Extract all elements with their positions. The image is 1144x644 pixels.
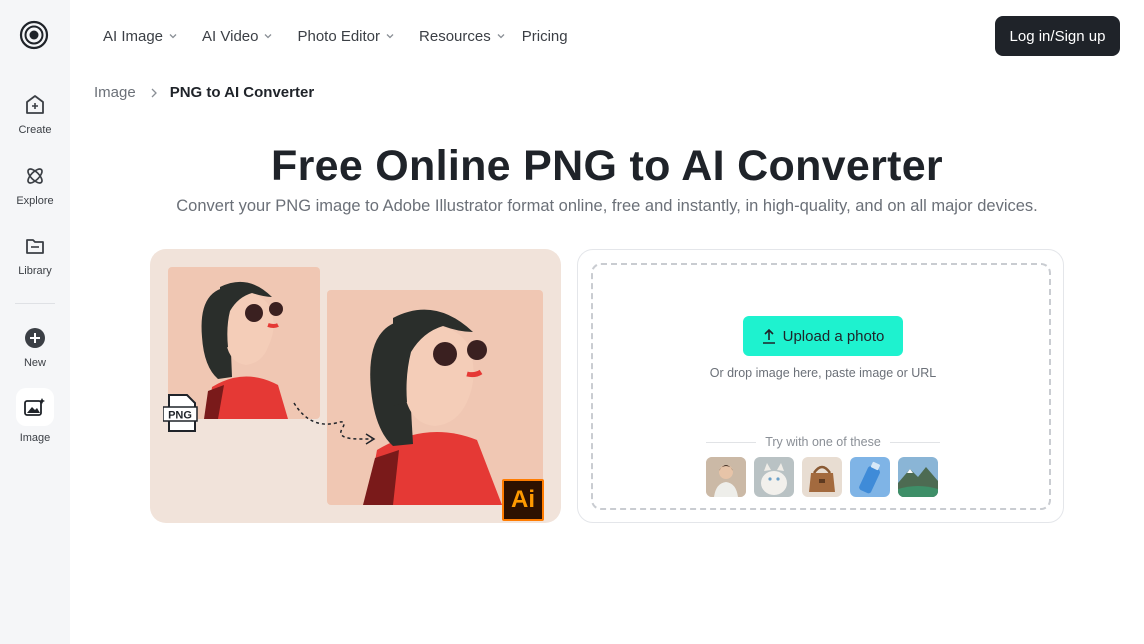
nav-resources[interactable]: Resources: [419, 28, 506, 45]
nav-label: AI Video: [202, 27, 259, 45]
drop-hint: Or drop image here, paste image or URL: [709, 366, 937, 380]
upload-icon: [762, 328, 775, 344]
sidebar-item-new[interactable]: New: [0, 326, 70, 369]
png-file-icon: PNG: [162, 393, 199, 433]
sample-images: [706, 457, 946, 497]
sample-image-bottle[interactable]: [850, 457, 890, 497]
png-badge-label: PNG: [168, 410, 192, 422]
breadcrumb-current: PNG to AI Converter: [169, 84, 315, 101]
sidebar: Create Explore Library New Image: [0, 0, 70, 644]
create-icon: [23, 93, 47, 117]
try-samples-label: Try with one of these: [765, 435, 881, 449]
portrait-ai-image: [327, 290, 543, 505]
nav-pricing[interactable]: Pricing: [522, 28, 568, 45]
ai-file-icon: Ai: [502, 479, 544, 521]
conversion-illustration: PNG Ai: [150, 249, 561, 523]
upload-photo-button[interactable]: Upload a photo: [743, 316, 903, 356]
folder-icon: [23, 234, 47, 258]
upload-button-label: Upload a photo: [782, 327, 885, 345]
divider: [889, 441, 941, 443]
upload-card: Upload a photo Or drop image here, paste…: [577, 249, 1064, 523]
sidebar-item-label: Image: [19, 432, 51, 444]
nav-ai-image[interactable]: AI Image: [103, 28, 178, 45]
sidebar-divider: [15, 303, 55, 304]
try-samples-label-row: Try with one of these: [706, 435, 941, 449]
nav-label: Photo Editor: [297, 27, 381, 45]
sample-image-woman[interactable]: [706, 457, 746, 497]
sidebar-item-label: New: [23, 357, 46, 369]
nav-label: AI Image: [103, 27, 164, 45]
top-nav: AI Image AI Video Photo Editor Resources…: [103, 26, 592, 46]
sidebar-item-label: Library: [18, 265, 52, 277]
plus-circle-icon: [23, 326, 47, 350]
sidebar-item-library[interactable]: Library: [0, 234, 70, 277]
page-title: Free Online PNG to AI Converter: [271, 142, 943, 190]
sidebar-item-image[interactable]: Image: [0, 388, 70, 444]
drop-zone[interactable]: Upload a photo Or drop image here, paste…: [591, 263, 1051, 510]
nav-ai-video[interactable]: AI Video: [202, 28, 273, 45]
chevron-down-icon: [386, 34, 394, 39]
image-sparkle-icon: [16, 388, 54, 426]
breadcrumb-parent[interactable]: Image: [94, 84, 136, 101]
sample-image-cat[interactable]: [754, 457, 794, 497]
login-signup-button[interactable]: Log in/Sign up: [995, 16, 1120, 56]
chevron-down-icon: [497, 34, 505, 39]
nav-label: Resources: [419, 27, 491, 45]
chevron-down-icon: [169, 34, 177, 39]
sample-image-bag[interactable]: [802, 457, 842, 497]
sidebar-item-label: Create: [18, 124, 52, 136]
chevron-right-icon: [151, 88, 157, 97]
logo-icon[interactable]: [19, 20, 49, 50]
nav-photo-editor[interactable]: Photo Editor: [297, 28, 395, 45]
sidebar-item-create[interactable]: Create: [0, 93, 70, 136]
breadcrumb: Image PNG to AI Converter: [94, 84, 314, 101]
page-subtitle: Convert your PNG image to Adobe Illustra…: [176, 197, 1038, 215]
chevron-down-icon: [265, 34, 272, 39]
sample-image-landscape[interactable]: [898, 457, 938, 497]
dashed-arrow-icon: [293, 402, 376, 445]
divider: [706, 441, 757, 443]
